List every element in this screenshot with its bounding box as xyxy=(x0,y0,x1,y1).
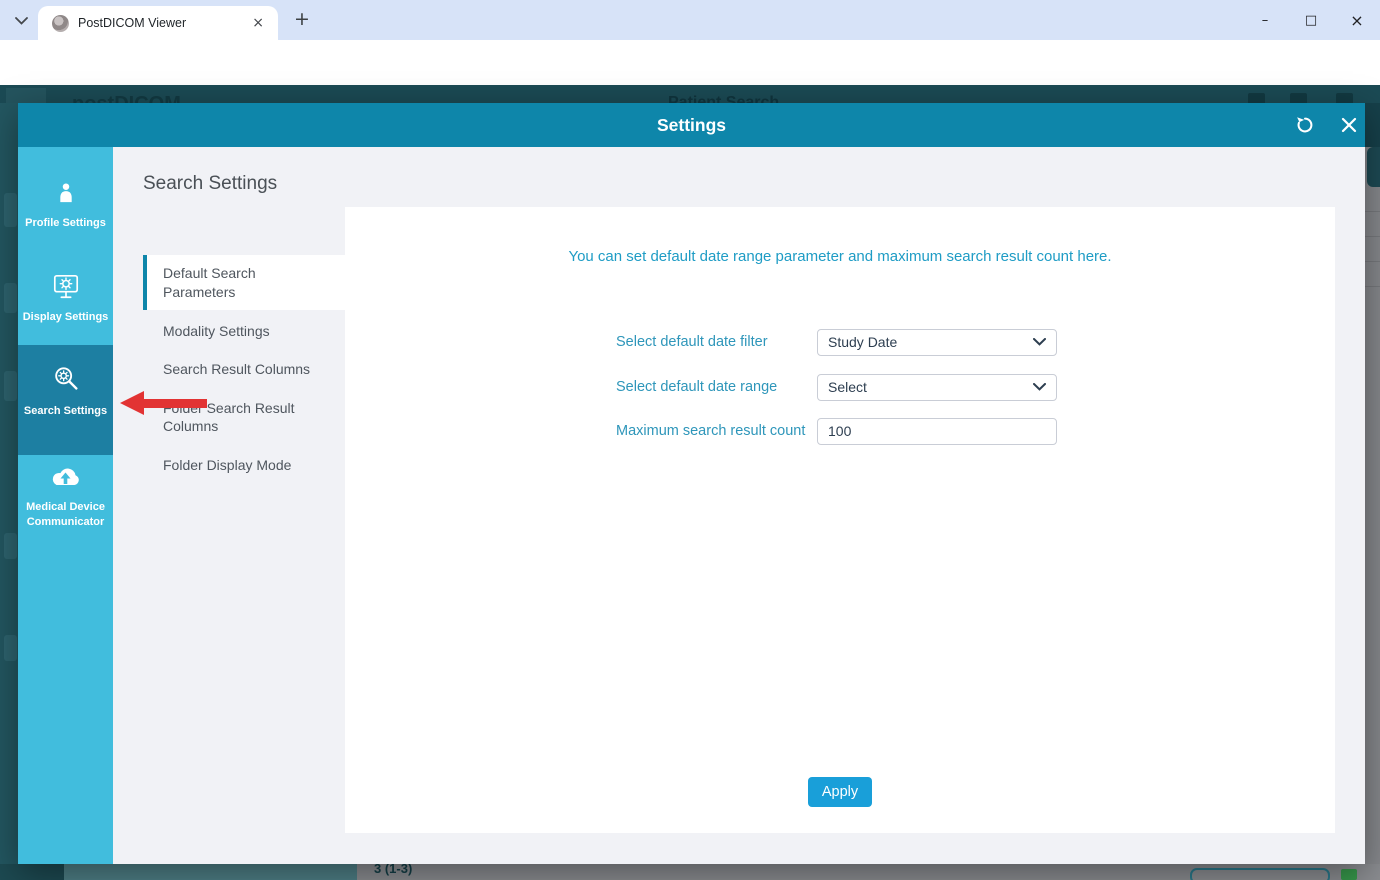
select-value: Select xyxy=(828,379,867,395)
tab-close-icon[interactable]: × xyxy=(248,15,268,31)
footer-teal-bar xyxy=(64,864,357,880)
arrow-tail xyxy=(143,398,207,408)
max-search-result-count-label: Maximum search result count xyxy=(616,423,806,439)
tab-search-result-columns[interactable]: Search Result Columns xyxy=(163,360,310,378)
section-title: Search Settings xyxy=(143,173,278,194)
arrow-head xyxy=(120,391,144,415)
settings-content-panel: You can set default date range parameter… xyxy=(345,207,1335,833)
browser-tab[interactable]: PostDICOM Viewer × xyxy=(38,6,278,40)
tab-title: PostDICOM Viewer xyxy=(78,16,187,30)
close-icon xyxy=(1341,117,1357,133)
tab-folder-display-mode[interactable]: Folder Display Mode xyxy=(163,456,291,474)
tab-label: Default Search Parameters xyxy=(163,265,256,300)
screen: PostDICOM Viewer × + – □ × ← → ↻ germany… xyxy=(0,0,1380,880)
app-right-panel xyxy=(1367,147,1380,187)
app-right-dark xyxy=(1365,103,1380,147)
footer-green-badge xyxy=(1341,869,1357,880)
chevron-down-icon xyxy=(1033,383,1046,391)
sidebar-item-display-settings[interactable]: Display Settings xyxy=(18,261,113,345)
chevron-down-icon xyxy=(1033,338,1046,346)
settings-modal: Settings Profile Settings Display Settin… xyxy=(18,103,1365,864)
app-sidebar-icon xyxy=(4,533,17,559)
default-date-range-label: Select default date range xyxy=(616,379,778,395)
cloud-upload-icon xyxy=(52,468,79,485)
form-row: Select default date filter Study Date xyxy=(345,324,1335,360)
chevron-down-icon xyxy=(15,16,28,25)
browser-tab-strip: PostDICOM Viewer × + – □ × xyxy=(0,0,1380,40)
tab-search-button[interactable] xyxy=(8,7,35,34)
sidebar-item-search-settings[interactable]: Search Settings xyxy=(18,345,113,455)
sidebar-item-label: Search Settings xyxy=(23,405,108,417)
app-sidebar-icon xyxy=(4,193,17,227)
window-minimize-button[interactable]: – xyxy=(1242,0,1288,40)
app-content-dimmed-right xyxy=(1365,103,1380,864)
apply-button[interactable]: Apply xyxy=(808,777,872,807)
row-divider xyxy=(1365,286,1380,287)
row-divider xyxy=(1365,211,1380,212)
monitor-gear-icon xyxy=(53,274,78,299)
refresh-icon xyxy=(1297,117,1313,133)
row-divider xyxy=(1365,236,1380,237)
search-gear-icon xyxy=(54,367,78,390)
sidebar-item-label: Medical Device Communicator xyxy=(26,501,105,528)
window-controls: – □ × xyxy=(1242,0,1380,40)
app-sidebar-icon xyxy=(4,283,17,313)
app-sidebar-icon xyxy=(4,371,17,401)
settings-title: Settings xyxy=(656,114,727,135)
annotation-arrow-icon xyxy=(120,391,207,415)
sidebar-item-label: Display Settings xyxy=(22,311,109,323)
new-tab-button[interactable]: + xyxy=(288,5,316,33)
app-sidebar-dimmed xyxy=(0,103,18,864)
window-close-button[interactable]: × xyxy=(1334,0,1380,40)
tab-modality-settings[interactable]: Modality Settings xyxy=(163,322,270,340)
window-maximize-button[interactable]: □ xyxy=(1288,0,1334,40)
browser-toolbar: ← → ↻ germany.postdicom.com/Viewer/Main … xyxy=(0,40,1380,119)
footer-button-outline xyxy=(1190,868,1330,880)
sidebar-item-medical-device-communicator[interactable]: Medical Device Communicator xyxy=(18,455,113,555)
site-favicon xyxy=(52,14,69,32)
select-value: Study Date xyxy=(828,334,898,350)
result-count-text: 3 (1-3) xyxy=(374,864,413,876)
form-row: Select default date range Select xyxy=(345,369,1335,405)
tab-default-search-parameters[interactable]: Default Search Parameters xyxy=(143,255,345,310)
form-row: Maximum search result count xyxy=(345,413,1335,449)
footer-corner xyxy=(0,864,64,880)
settings-sidebar: Profile Settings Display Settings Search… xyxy=(18,147,113,864)
settings-modal-header: Settings xyxy=(18,103,1365,147)
default-date-filter-select[interactable]: Study Date xyxy=(817,328,1057,356)
settings-close-button[interactable] xyxy=(1334,112,1364,138)
row-divider xyxy=(1365,261,1380,262)
sidebar-item-label: Profile Settings xyxy=(25,217,106,229)
app-sidebar-icon xyxy=(4,635,17,661)
sidebar-item-profile-settings[interactable]: Profile Settings xyxy=(18,169,113,265)
person-icon xyxy=(59,183,72,203)
panel-info-text: You can set default date range parameter… xyxy=(568,248,1112,265)
app-footer-dimmed: 3 (1-3) xyxy=(0,864,1380,880)
max-search-result-count-input[interactable] xyxy=(817,417,1057,445)
settings-refresh-button[interactable] xyxy=(1290,112,1320,138)
default-date-range-select[interactable]: Select xyxy=(817,373,1057,401)
default-date-filter-label: Select default date filter xyxy=(616,334,768,350)
